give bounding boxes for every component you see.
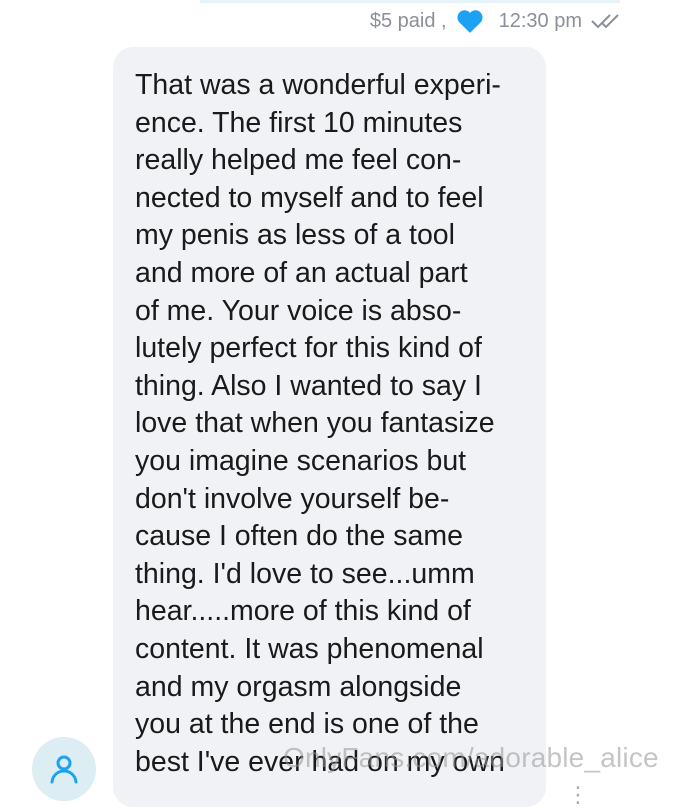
timestamp: 12:30 pm bbox=[498, 9, 582, 32]
message-meta: $5 paid , 12:30 pm bbox=[370, 8, 626, 34]
avatar[interactable] bbox=[32, 737, 96, 801]
heart-icon[interactable] bbox=[455, 8, 485, 34]
double-check-icon bbox=[590, 11, 626, 31]
message-bubble[interactable]: That was a wonderful experi- ence. The f… bbox=[113, 47, 546, 807]
top-divider bbox=[200, 0, 620, 3]
user-icon bbox=[50, 755, 78, 784]
more-options-icon[interactable]: ⋮ bbox=[567, 782, 589, 808]
message-text: That was a wonderful experi- ence. The f… bbox=[135, 69, 505, 778]
price-label: $5 paid , bbox=[369, 9, 447, 32]
watermark: OnlyFans.com/adorable_alice bbox=[283, 742, 659, 773]
